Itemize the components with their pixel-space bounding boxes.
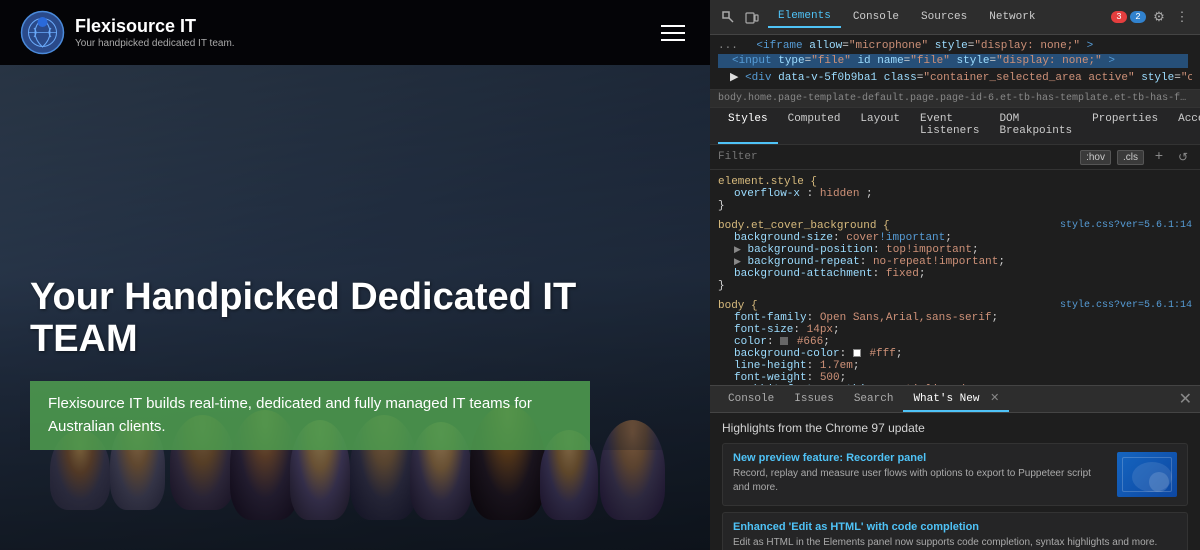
css-block-element-style: element.style { overflow-x : hidden ; }: [710, 174, 1200, 214]
bottom-tab-search[interactable]: Search: [844, 388, 904, 410]
logo-area: Flexisource IT Your handpicked dedicated…: [20, 10, 235, 55]
css-selector-2: body.et_cover_background { style.css?ver…: [718, 220, 1192, 232]
subtab-layout[interactable]: Layout: [850, 108, 910, 144]
bottom-tab-issues[interactable]: Issues: [784, 388, 844, 410]
whatsnew-card-2-text: Enhanced 'Edit as HTML' with code comple…: [733, 521, 1177, 550]
whatsnew-card-2: Enhanced 'Edit as HTML' with code comple…: [722, 512, 1188, 550]
css-prop-font-size: font-size: 14px;: [718, 324, 1192, 336]
dom-line-3: ▶ <div data-v-5f0b9ba1 class="container_…: [718, 69, 1192, 85]
whatsnew-card-2-desc: Edit as HTML in the Elements panel now s…: [733, 536, 1177, 550]
whatsnew-card-1-desc: Record, replay and measure user flows wi…: [733, 467, 1109, 495]
tab-sources[interactable]: Sources: [911, 7, 977, 27]
logo-tagline: Your handpicked dedicated IT team.: [75, 38, 235, 49]
website-nav: Flexisource IT Your handpicked dedicated…: [0, 0, 710, 65]
tab-network[interactable]: Network: [979, 7, 1045, 27]
color-swatch-1[interactable]: [780, 337, 788, 345]
tab-console[interactable]: Console: [843, 7, 909, 27]
devtools-panel: Elements Console Sources Network 3 2 ⚙ ⋮…: [710, 0, 1200, 550]
whatsnew-title: Highlights from the Chrome 97 update: [722, 421, 1188, 435]
bottom-tab-console[interactable]: Console: [718, 388, 784, 410]
subtab-accessibility[interactable]: Accessibility: [1168, 108, 1200, 144]
refresh-icon[interactable]: ↺: [1174, 148, 1192, 166]
css-close-2: }: [718, 280, 1192, 292]
dom-line-2: <input type="file" id name="file" style=…: [718, 53, 1192, 69]
filter-row: :hov .cls + ↺: [710, 145, 1200, 170]
subtab-properties[interactable]: Properties: [1082, 108, 1168, 144]
whatsnew-card-1-title[interactable]: New preview feature: Recorder panel: [733, 452, 1109, 464]
logo-icon: [20, 10, 65, 55]
tab-elements[interactable]: Elements: [768, 6, 841, 28]
devtools-right-icons: 3 2 ⚙ ⋮: [1111, 7, 1192, 27]
warning-badge: 2: [1130, 11, 1146, 23]
hero-subtitle-box: Flexisource IT builds real-time, dedicat…: [30, 381, 590, 450]
css-block-body: body { style.css?ver=5.6.1:14 font-famil…: [710, 298, 1200, 385]
website-panel: Flexisource IT Your handpicked dedicated…: [0, 0, 710, 550]
css-prop-overflow-x: overflow-x : hidden ;: [718, 188, 1192, 200]
sub-tabs: Styles Computed Layout Event Listeners D…: [710, 108, 1200, 145]
css-prop-color: color: #666;: [718, 336, 1192, 348]
css-prop-font-family: font-family: Open Sans,Arial,sans-serif;: [718, 312, 1192, 324]
color-swatch-2[interactable]: [853, 349, 861, 357]
whatsnew-card-1-text: New preview feature: Recorder panel Reco…: [733, 452, 1109, 497]
dom-line-1: ... <iframe allow="microphone" style="di…: [718, 39, 1192, 53]
devtools-main-tabs: Elements Console Sources Network: [768, 6, 1105, 28]
dom-tree: ... <iframe allow="microphone" style="di…: [710, 35, 1200, 90]
css-file-link-3[interactable]: style.css?ver=5.6.1:14: [1060, 300, 1192, 311]
css-selector-3: body { style.css?ver=5.6.1:14: [718, 300, 1192, 312]
bottom-tabs: Console Issues Search What's New ✕ ✕: [710, 386, 1200, 413]
css-rules-panel: element.style { overflow-x : hidden ; } …: [710, 170, 1200, 385]
subtab-styles[interactable]: Styles: [718, 108, 778, 144]
whatsnew-card-1-thumbnail: [1117, 452, 1177, 497]
devtools-topbar: Elements Console Sources Network 3 2 ⚙ ⋮: [710, 0, 1200, 35]
bottom-panel-close[interactable]: ✕: [1179, 389, 1192, 409]
hero-subtitle: Flexisource IT builds real-time, dedicat…: [48, 393, 572, 438]
error-badge: 3: [1111, 11, 1127, 23]
css-prop-bg-repeat: ▶ background-repeat: no-repeat!important…: [718, 256, 1192, 268]
css-filter-input[interactable]: [718, 151, 1074, 163]
css-file-link-2[interactable]: style.css?ver=5.6.1:14: [1060, 220, 1192, 231]
whatsnew-content: Highlights from the Chrome 97 update New…: [710, 413, 1200, 550]
settings-icon[interactable]: ⚙: [1149, 7, 1169, 27]
inspect-icon[interactable]: [718, 7, 738, 27]
device-icon[interactable]: [742, 7, 762, 27]
add-rule-icon[interactable]: +: [1150, 148, 1168, 166]
css-prop-bg-pos: ▶ background-position: top!important;: [718, 244, 1192, 256]
css-selector-1: element.style {: [718, 176, 1192, 188]
css-prop-bg-size: background-size: cover!important;: [718, 232, 1192, 244]
css-prop-bg-attach: background-attachment: fixed;: [718, 268, 1192, 280]
hero-title: Your Handpicked Dedicated IT TEAM: [30, 277, 680, 361]
css-prop-font-weight: font-weight: 500;: [718, 372, 1192, 384]
filter-cls-button[interactable]: .cls: [1117, 150, 1144, 165]
subtab-computed[interactable]: Computed: [778, 108, 851, 144]
filter-hov-button[interactable]: :hov: [1080, 150, 1111, 165]
hamburger-line2: [661, 32, 685, 34]
logo-name: Flexisource IT: [75, 16, 235, 38]
hamburger-line1: [661, 25, 685, 27]
whatsnew-card-1: New preview feature: Recorder panel Reco…: [722, 443, 1188, 506]
hamburger-line3: [661, 39, 685, 41]
css-close-1: }: [718, 200, 1192, 212]
bottom-panel: Console Issues Search What's New ✕ ✕ Hig…: [710, 385, 1200, 550]
css-prop-line-height: line-height: 1.7em;: [718, 360, 1192, 372]
website-overlay: [0, 0, 710, 550]
css-prop-bg-color: background-color: #fff;: [718, 348, 1192, 360]
hamburger-menu[interactable]: [656, 20, 690, 46]
devtools-topbar-icons: [718, 7, 762, 27]
breadcrumb: body.home.page-template-default.page.pag…: [710, 90, 1200, 108]
more-options-icon[interactable]: ⋮: [1172, 7, 1192, 27]
css-block-cover-bg: body.et_cover_background { style.css?ver…: [710, 218, 1200, 294]
logo-text: Flexisource IT Your handpicked dedicated…: [75, 16, 235, 49]
whatsnew-card-2-title[interactable]: Enhanced 'Edit as HTML' with code comple…: [733, 521, 1177, 533]
subtab-event-listeners[interactable]: Event Listeners: [910, 108, 989, 144]
close-whatsnew-tab[interactable]: ✕: [990, 393, 999, 405]
hero-content: Your Handpicked Dedicated IT TEAM Flexis…: [30, 277, 680, 450]
subtab-dom-breakpoints[interactable]: DOM Breakpoints: [989, 108, 1082, 144]
bottom-tab-whatsnew[interactable]: What's New ✕: [903, 386, 1009, 412]
